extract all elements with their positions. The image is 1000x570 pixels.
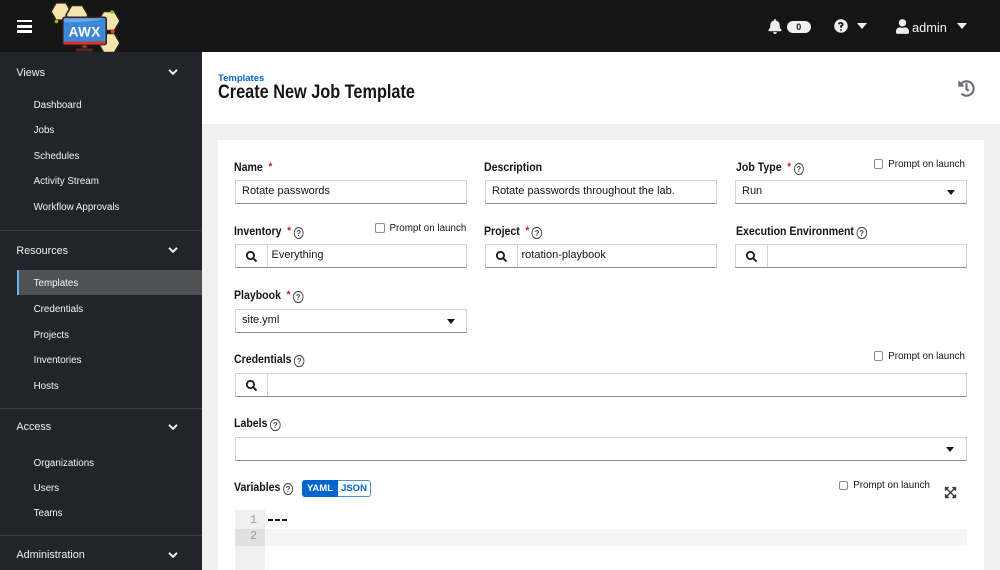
svg-text:AWX: AWX (69, 25, 101, 40)
